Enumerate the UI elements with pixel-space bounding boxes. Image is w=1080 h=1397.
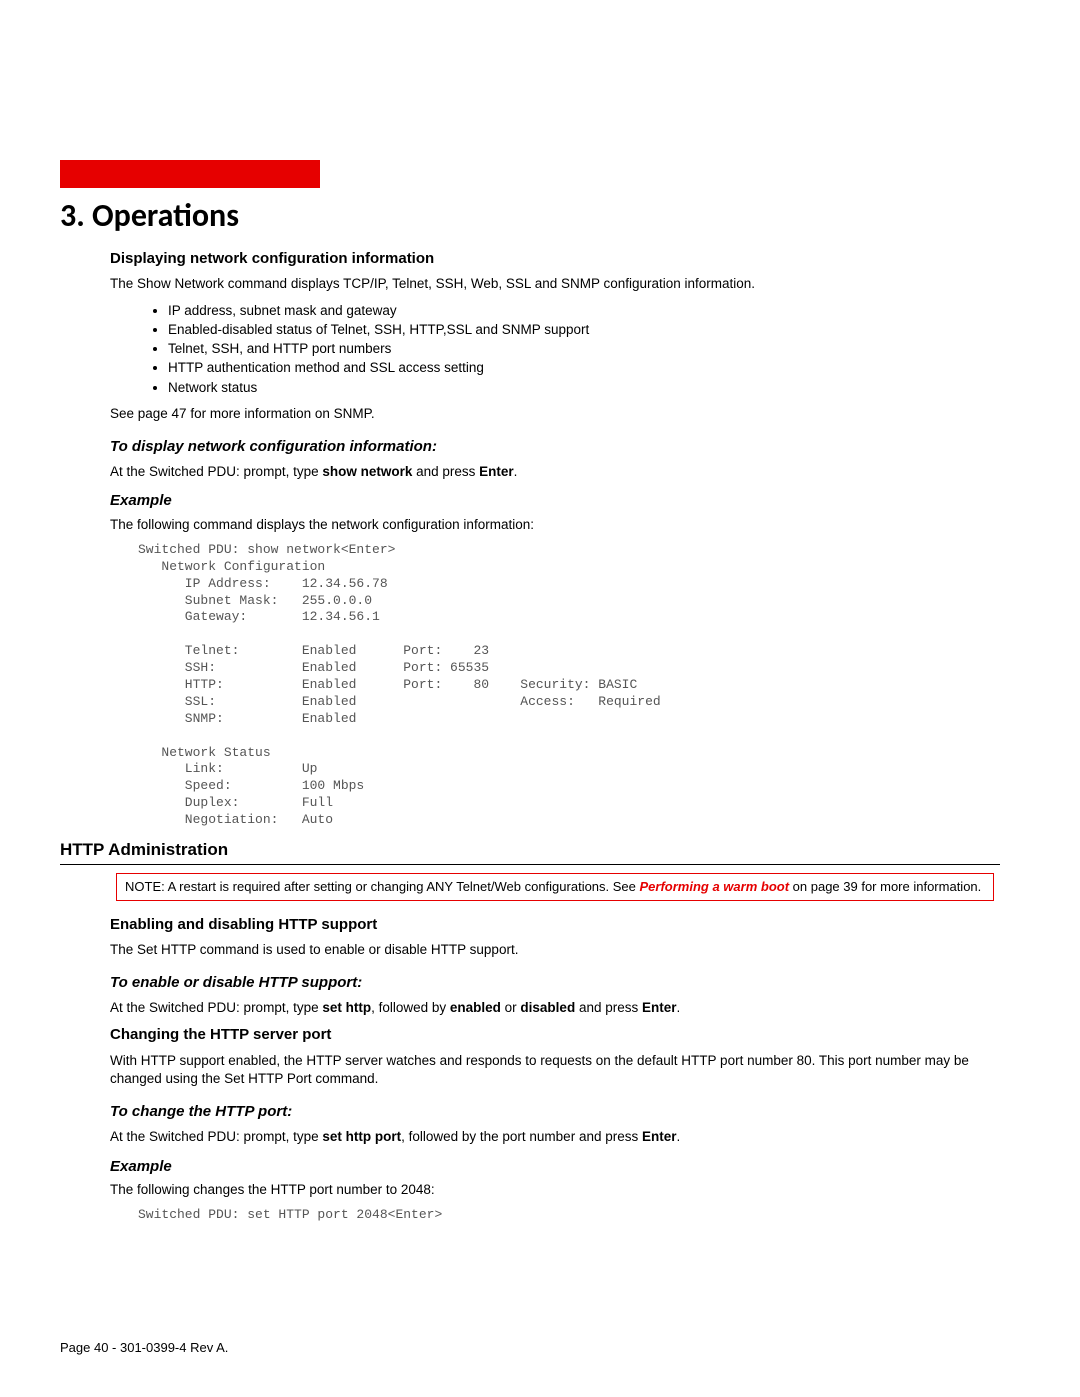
sub1-text: The Set HTTP command is used to enable o…: [110, 941, 1000, 959]
sub2-example-title: Example: [110, 1157, 1000, 1177]
example-title: Example: [110, 491, 1000, 511]
note-box: NOTE: A restart is required after settin…: [116, 873, 994, 901]
cmd: set http: [322, 1000, 371, 1015]
text: At the Switched PDU: prompt, type: [110, 1129, 322, 1144]
text: .: [514, 464, 518, 479]
bullet-item: Telnet, SSH, and HTTP port numbers: [168, 340, 1000, 358]
text: At the Switched PDU: prompt, type: [110, 1000, 322, 1015]
text: , followed by: [371, 1000, 450, 1015]
key: Enter: [479, 464, 514, 479]
bullet-item: HTTP authentication method and SSL acces…: [168, 359, 1000, 377]
key: Enter: [642, 1129, 677, 1144]
sub1-howto-text: At the Switched PDU: prompt, type set ht…: [110, 999, 1000, 1017]
sub1-title: Enabling and disabling HTTP support: [110, 915, 1000, 935]
text: and press: [575, 1000, 642, 1015]
sub2-example-text: The following changes the HTTP port numb…: [110, 1181, 1000, 1199]
page-footer: Page 40 - 301-0399-4 Rev A.: [60, 1339, 228, 1357]
text: .: [677, 1129, 681, 1144]
console-output: Switched PDU: show network<Enter> Networ…: [138, 542, 1000, 829]
page: 3. Operations Displaying network configu…: [0, 0, 1080, 1397]
howto-title: To display network configuration informa…: [110, 437, 1000, 457]
note-text: NOTE: A restart is required after settin…: [125, 879, 640, 894]
chapter-title: 3. Operations: [60, 194, 1020, 237]
sub2-howto-text: At the Switched PDU: prompt, type set ht…: [110, 1128, 1000, 1146]
section1-title: Displaying network configuration informa…: [110, 249, 1000, 269]
bullet-item: Network status: [168, 379, 1000, 397]
sub2-title: Changing the HTTP server port: [110, 1025, 1000, 1045]
section1-p2: See page 47 for more information on SNMP…: [110, 405, 1000, 423]
text: or: [501, 1000, 521, 1015]
sub2-howto-title: To change the HTTP port:: [110, 1102, 1000, 1122]
cmd: set http port: [322, 1129, 401, 1144]
howto-text: At the Switched PDU: prompt, type show n…: [110, 463, 1000, 481]
section2-title: HTTP Administration: [60, 839, 1000, 865]
console-output: Switched PDU: set HTTP port 2048<Enter>: [138, 1207, 1000, 1224]
bullet-item: IP address, subnet mask and gateway: [168, 302, 1000, 320]
cmd: disabled: [520, 1000, 575, 1015]
key: Enter: [642, 1000, 677, 1015]
text: , followed by the port number and press: [401, 1129, 642, 1144]
sub2-text: With HTTP support enabled, the HTTP serv…: [110, 1052, 1000, 1088]
example-text: The following command displays the netwo…: [110, 516, 1000, 534]
bullet-item: Enabled-disabled status of Telnet, SSH, …: [168, 321, 1000, 339]
sub1-howto-title: To enable or disable HTTP support:: [110, 973, 1000, 993]
note-emphasis: Performing a warm boot: [640, 879, 790, 894]
section1-bullets: IP address, subnet mask and gateway Enab…: [168, 302, 1000, 397]
text: .: [677, 1000, 681, 1015]
cmd: show network: [322, 464, 412, 479]
cmd: enabled: [450, 1000, 501, 1015]
section1-p1: The Show Network command displays TCP/IP…: [110, 275, 1000, 293]
text: and press: [412, 464, 479, 479]
header-red-bar: [60, 160, 320, 188]
note-text: on page 39 for more information.: [789, 879, 981, 894]
content: Displaying network configuration informa…: [60, 249, 1020, 1224]
text: At the Switched PDU: prompt, type: [110, 464, 322, 479]
